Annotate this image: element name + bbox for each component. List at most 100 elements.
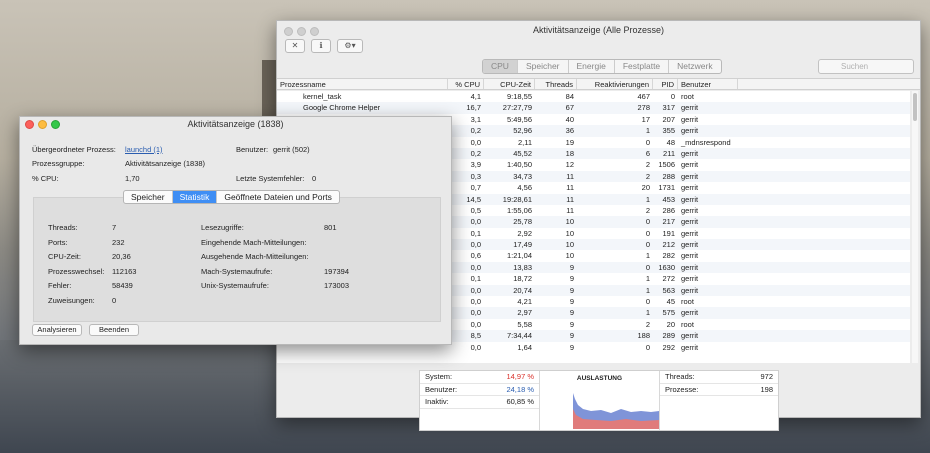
cell-pid: 355 xyxy=(662,126,675,136)
info-button[interactable]: ℹ xyxy=(311,39,331,53)
cell-pid: 48 xyxy=(666,137,675,147)
cell-cpu: 0,1 xyxy=(470,228,481,238)
table-row[interactable]: Google Chrome Helper 16,7 27:27,79 67 278 317… xyxy=(277,102,910,114)
cell-pid: 289 xyxy=(662,331,675,341)
column-header-cpu[interactable]: % CPU xyxy=(448,79,484,89)
cell-threads: 9 xyxy=(569,274,574,284)
scrollbar-thumb[interactable] xyxy=(913,93,917,121)
cell-pid: 272 xyxy=(662,274,675,284)
idle-value: 60,85 % xyxy=(506,397,534,406)
column-header-cpu-time[interactable]: CPU-Zeit xyxy=(484,79,535,89)
dialog-titlebar: Aktivitätsanzeige (1838) xyxy=(20,117,451,133)
dialog-tab-1[interactable]: Statistik xyxy=(172,191,218,203)
thread-process-counts: Threads: 972 Prozesse: 198 xyxy=(660,371,778,430)
cell-threads: 9 xyxy=(569,285,574,295)
minimize-button[interactable] xyxy=(297,27,306,36)
dialog-zoom-button[interactable] xyxy=(51,120,60,129)
cell-time: 18,72 xyxy=(513,274,532,284)
threads-label: Threads: xyxy=(665,372,695,381)
cell-time: 19:28,61 xyxy=(502,194,532,204)
cell-pid: 292 xyxy=(662,342,675,352)
search-input[interactable]: Suchen xyxy=(818,59,914,74)
tab-netzwerk[interactable]: Netzwerk xyxy=(669,60,720,73)
vertical-scrollbar[interactable] xyxy=(912,91,918,363)
cell-wake: 0 xyxy=(645,342,650,352)
tab-cpu[interactable]: CPU xyxy=(483,60,518,73)
cell-time: 2,92 xyxy=(517,228,532,238)
cell-cpu: 0,0 xyxy=(470,297,481,307)
stat-value: 173003 xyxy=(324,281,350,291)
cell-time: 13,83 xyxy=(513,262,532,272)
dialog-tab-0[interactable]: Speicher xyxy=(124,191,173,203)
column-header-pid[interactable]: PID xyxy=(653,79,678,89)
column-header-threads[interactable]: Threads ⌄ xyxy=(535,79,577,100)
cell-wake: 188 xyxy=(637,331,650,341)
cell-pid: 207 xyxy=(662,114,675,124)
stat-label: Mach-Systemaufrufe: xyxy=(201,266,273,276)
cell-time: 1,64 xyxy=(517,342,532,352)
column-header-wakeups[interactable]: Reaktivierungen xyxy=(577,79,653,89)
cell-wake: 2 xyxy=(645,319,650,329)
cell-name: Google Chrome Helper xyxy=(303,103,381,113)
dialog-tab-2[interactable]: Geöffnete Dateien und Ports xyxy=(217,191,339,203)
table-row[interactable]: kernel_task 4,1 9:18,55 84 467 0 root xyxy=(277,91,910,102)
user-value: gerrit (502) xyxy=(273,145,310,154)
cell-user: gerrit xyxy=(681,251,699,261)
tab-festplatte[interactable]: Festplatte xyxy=(615,60,670,73)
action-menu-button[interactable]: ⚙▾ xyxy=(337,39,363,53)
quit-button[interactable]: Beenden xyxy=(89,324,139,336)
stat-value: 7 xyxy=(112,223,117,232)
cell-user: gerrit xyxy=(681,262,699,272)
cell-user: root xyxy=(681,92,694,101)
cell-time: 5,58 xyxy=(517,319,532,329)
processes-label: Prozesse: xyxy=(665,384,699,394)
cell-time: 20,74 xyxy=(513,285,532,295)
cell-threads: 67 xyxy=(565,103,574,113)
cell-pid: 0 xyxy=(670,92,675,101)
analyze-button[interactable]: Analysieren xyxy=(32,324,82,336)
cell-wake: 0 xyxy=(645,262,650,272)
cell-time: 4,21 xyxy=(517,297,532,307)
cell-cpu: 0,0 xyxy=(470,217,481,227)
cell-user: gerrit xyxy=(681,285,699,295)
cell-user: gerrit xyxy=(681,240,699,250)
cell-threads: 9 xyxy=(569,319,574,329)
process-group-label: Prozessgruppe: xyxy=(32,159,85,168)
tab-speicher[interactable]: Speicher xyxy=(518,60,569,73)
dialog-minimize-button[interactable] xyxy=(38,120,47,129)
processes-value: 198 xyxy=(760,384,773,394)
cell-cpu: 0,6 xyxy=(470,251,481,261)
main-titlebar: Aktivitätsanzeige (Alle Prozesse) xyxy=(277,21,920,43)
stat-label: Ausgehende Mach-Mitteilungen: xyxy=(201,252,309,262)
stat-value: 232 xyxy=(112,237,125,247)
tab-energie[interactable]: Energie xyxy=(569,60,615,73)
close-button[interactable] xyxy=(284,27,293,36)
cell-wake: 6 xyxy=(645,148,650,158)
column-header-user[interactable]: Benutzer xyxy=(678,79,738,89)
cell-cpu: 0,5 xyxy=(470,205,481,215)
stat-value: 197394 xyxy=(324,266,350,276)
stop-process-button[interactable]: ✕ xyxy=(285,39,305,53)
cell-cpu: 0,0 xyxy=(470,137,481,147)
stat-label: CPU-Zeit: xyxy=(48,252,81,262)
load-graph-title: AUSLASTUNG xyxy=(576,375,623,382)
stat-label: Unix-Systemaufrufe: xyxy=(201,281,269,291)
cell-threads: 9 xyxy=(569,308,574,318)
dialog-title: Aktivitätsanzeige (1838) xyxy=(187,119,284,129)
zoom-button[interactable] xyxy=(310,27,319,36)
parent-process-link[interactable]: launchd (1) xyxy=(125,145,163,154)
cell-time: 34,73 xyxy=(513,171,532,181)
cell-pid: 288 xyxy=(662,171,675,181)
cell-pid: 1630 xyxy=(658,262,675,272)
cell-pid: 211 xyxy=(663,148,675,158)
dialog-tabs: Speicher Statistik Geöffnete Dateien und P… xyxy=(123,190,340,204)
cell-threads: 11 xyxy=(566,205,574,215)
cell-wake: 0 xyxy=(645,228,650,238)
cell-time: 52,96 xyxy=(513,126,532,136)
cell-user: gerrit xyxy=(681,308,699,318)
cell-pid: 575 xyxy=(662,308,675,318)
cell-user: gerrit xyxy=(681,194,699,204)
column-header-name[interactable]: Prozessname xyxy=(277,79,448,89)
dialog-close-button[interactable] xyxy=(25,120,34,129)
cpu-value: 1,70 xyxy=(125,174,140,183)
